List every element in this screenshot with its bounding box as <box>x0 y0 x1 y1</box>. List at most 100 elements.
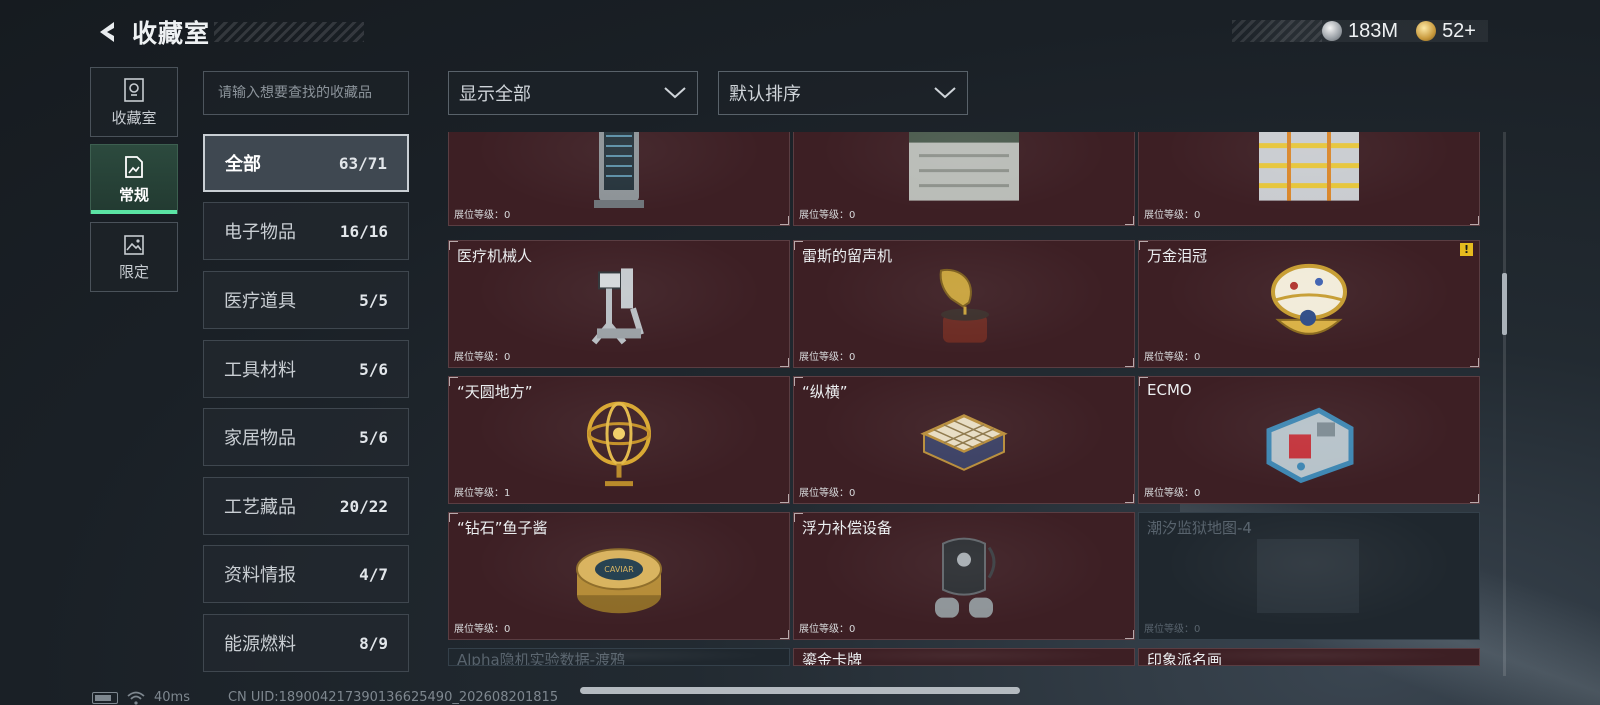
warning-badge-icon: ! <box>1460 243 1473 256</box>
gramophone-icon <box>939 268 989 343</box>
buoyancy-device-icon <box>935 537 996 618</box>
category-medical[interactable]: 医疗道具 5/5 <box>203 271 409 329</box>
chevron-down-icon <box>664 87 686 99</box>
ping-value: 40ms <box>154 690 190 705</box>
caviar-tin-label: CAVIAR <box>604 565 634 574</box>
mode-tab-regular[interactable]: 常规 <box>90 144 178 214</box>
display-filter-dropdown[interactable]: 显示全部 <box>448 71 698 115</box>
item-name: 潮汐监狱地图-4 <box>1147 519 1252 537</box>
category-name: 能源燃料 <box>224 634 296 655</box>
trophy-icon <box>124 77 144 102</box>
silver-currency-value: 183M <box>1348 19 1399 42</box>
exhibit-level: 展位等级：0 <box>454 624 511 635</box>
category-count: 5/5 <box>359 290 388 310</box>
sort-order-dropdown[interactable]: 默认排序 <box>718 71 968 115</box>
category-count: 4/7 <box>359 564 388 584</box>
category-intel[interactable]: 资料情报 4/7 <box>203 545 409 603</box>
card-corner <box>780 494 789 503</box>
exhibit-level: 展位等级：0 <box>799 624 856 635</box>
sort-order-value: 默认排序 <box>729 84 801 105</box>
collection-card[interactable]: 印象派名画 <box>1138 648 1480 666</box>
collection-grid[interactable]: 展位等级：0 展位等级：0 展位等级：0 医疗机械人 展位等级：0 雷斯的留声机… <box>447 132 1493 676</box>
armillary-sphere-icon <box>587 401 651 487</box>
landscape-icon <box>124 234 144 255</box>
card-corner <box>1125 358 1134 367</box>
item-name: 医疗机械人 <box>457 247 533 265</box>
card-corner <box>1470 358 1479 367</box>
chevron-down-icon <box>934 87 956 99</box>
item-name: ECMO <box>1147 381 1192 399</box>
category-all[interactable]: 全部 63/71 <box>203 134 409 192</box>
card-corner <box>1470 216 1479 225</box>
collection-search-field[interactable] <box>203 71 409 115</box>
ecmo-machine-icon <box>1266 407 1354 484</box>
collection-card[interactable]: “纵横” 展位等级：0 <box>793 376 1135 504</box>
category-tools[interactable]: 工具材料 5/6 <box>203 340 409 398</box>
mode-tab-label: 限定 <box>118 262 149 281</box>
collection-card[interactable]: 雷斯的留声机 展位等级：0 <box>793 240 1135 368</box>
caviar-tin-icon: CAVIAR <box>576 548 662 614</box>
collection-card[interactable]: “天圆地方” 展位等级：1 <box>448 376 790 504</box>
page-header: 收藏室 <box>92 16 365 48</box>
battery-icon <box>92 691 118 704</box>
category-crafts[interactable]: 工艺藏品 20/22 <box>203 477 409 535</box>
search-input[interactable] <box>218 85 394 101</box>
collection-card[interactable]: 展位等级：0 <box>1138 132 1480 226</box>
collection-card[interactable]: 万金泪冠 ! 展位等级：0 <box>1138 240 1480 368</box>
collection-card[interactable]: 浮力补偿设备 展位等级：0 <box>793 512 1135 640</box>
category-name: 工具材料 <box>224 360 296 381</box>
exhibit-level: 展位等级：0 <box>1144 624 1201 635</box>
chessboard-icon <box>920 414 1008 471</box>
category-electronics[interactable]: 电子物品 16/16 <box>203 202 409 260</box>
card-corner <box>780 358 789 367</box>
mode-tab-label: 收藏室 <box>111 108 157 127</box>
category-name: 全部 <box>225 154 261 175</box>
exhibit-level: 展位等级：0 <box>1144 352 1201 363</box>
back-button[interactable] <box>92 17 122 47</box>
collection-card[interactable]: ECMO 展位等级：0 <box>1138 376 1480 504</box>
supply-crate-icon <box>909 132 1019 201</box>
grid-scrollbar-thumb[interactable] <box>1502 273 1507 335</box>
category-count: 16/16 <box>339 221 388 241</box>
category-name: 资料情报 <box>224 565 296 586</box>
grid-scrollbar-track[interactable] <box>1503 132 1506 676</box>
card-corner <box>780 630 789 639</box>
item-name: 鎏金卡牌 <box>802 651 863 666</box>
gold-coin-icon <box>1416 21 1437 41</box>
collection-card-locked[interactable]: 潮汐监狱地图-4 展位等级：0 <box>1138 512 1480 640</box>
collection-card[interactable]: 医疗机械人 展位等级：0 <box>448 240 790 368</box>
exhibit-level: 展位等级：0 <box>454 210 511 221</box>
item-name: 万金泪冠 <box>1147 247 1208 265</box>
category-name: 家居物品 <box>224 428 296 449</box>
collection-card[interactable]: “钻石”鱼子酱 CAVIAR 展位等级：0 <box>448 512 790 640</box>
item-name: “天圆地方” <box>457 383 533 401</box>
item-name: “钻石”鱼子酱 <box>457 519 548 537</box>
currency-bar: 183M 52+ <box>1232 20 1488 42</box>
silver-coin-icon <box>1322 21 1343 41</box>
category-household[interactable]: 家居物品 5/6 <box>203 408 409 466</box>
status-bar: 40ms CN UID:189004217390136625490_202608… <box>92 690 558 705</box>
collection-card[interactable]: 鎏金卡牌 <box>793 648 1135 666</box>
category-name: 工艺藏品 <box>224 497 296 518</box>
home-indicator-bar[interactable] <box>580 687 1020 694</box>
item-name: 浮力补偿设备 <box>802 519 893 537</box>
collection-card-locked[interactable]: Alpha隐机实验数据-渡鸦 <box>448 648 790 666</box>
collection-card[interactable]: 展位等级：0 <box>448 132 790 226</box>
server-cabinet-icon <box>594 132 644 208</box>
back-arrow-icon <box>100 22 114 42</box>
category-name: 医疗道具 <box>224 291 296 312</box>
exhibit-level: 展位等级：1 <box>454 488 511 499</box>
collection-card[interactable]: 展位等级：0 <box>793 132 1135 226</box>
gold-currency-value[interactable]: 52+ <box>1442 20 1476 43</box>
mode-tab-collection-room[interactable]: 收藏室 <box>90 67 178 137</box>
mode-tab-limited[interactable]: 限定 <box>90 222 178 292</box>
mode-tab-label: 常规 <box>118 185 149 204</box>
exhibit-level: 展位等级：0 <box>799 210 856 221</box>
exhibit-level: 展位等级：0 <box>454 352 511 363</box>
item-name: 印象派名画 <box>1147 651 1223 666</box>
user-uid: CN UID:189004217390136625490_20260820181… <box>227 690 559 705</box>
medical-robot-icon <box>591 268 644 345</box>
category-count: 5/6 <box>359 427 388 447</box>
category-fuel[interactable]: 能源燃料 8/9 <box>203 614 409 672</box>
battery-pack-icon <box>1259 132 1359 201</box>
